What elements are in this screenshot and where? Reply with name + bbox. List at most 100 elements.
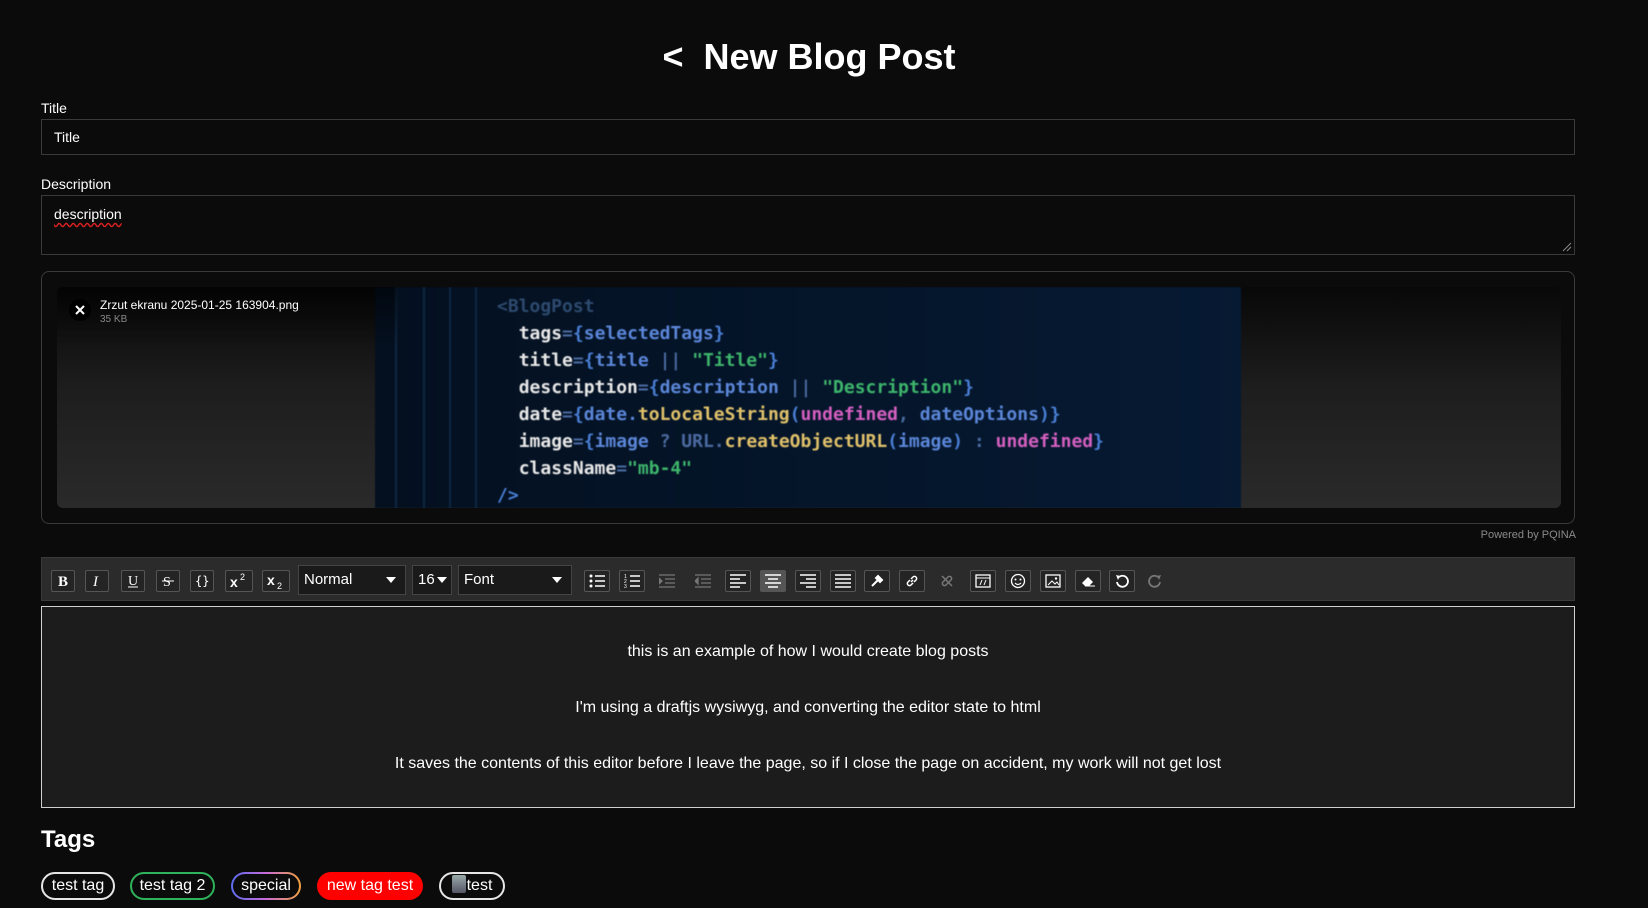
file-size: 35 KB xyxy=(100,314,128,325)
superscript-button[interactable]: x2 xyxy=(225,570,253,592)
redo-button[interactable] xyxy=(1142,570,1168,592)
tag-chip[interactable]: new tag test xyxy=(317,872,423,900)
remove-file-button[interactable] xyxy=(69,299,91,321)
subscript-button[interactable]: x2 xyxy=(262,570,290,592)
superscript-icon: x2 xyxy=(230,573,245,589)
svg-text:3: 3 xyxy=(624,584,627,588)
italic-button[interactable]: I xyxy=(85,570,109,592)
description-label: Description xyxy=(41,176,112,192)
embed-button[interactable] xyxy=(970,570,996,592)
subscript-icon: x2 xyxy=(267,573,282,589)
tag-label: test tag 2 xyxy=(139,877,206,894)
title-input[interactable]: Title xyxy=(41,119,1575,155)
code-line: image={image ? URL.createObjectURL(image… xyxy=(518,431,1104,452)
image-icon xyxy=(1045,574,1061,588)
svg-text:U: U xyxy=(128,574,138,588)
emoji-button[interactable] xyxy=(1005,570,1031,592)
tag-label: special xyxy=(241,877,291,894)
editor-paragraph: I'm using a draftjs wysiwyg, and convert… xyxy=(575,699,1041,716)
align-right-button[interactable] xyxy=(795,570,821,592)
align-left-button[interactable] xyxy=(725,570,751,592)
indent-icon xyxy=(659,574,675,588)
bold-icon: B xyxy=(58,574,68,588)
align-right-icon xyxy=(800,574,816,588)
font-size-dropdown[interactable]: 16 xyxy=(412,565,452,595)
tag-chip[interactable]: test tag xyxy=(41,872,115,900)
embed-icon xyxy=(975,574,991,588)
tag-chip[interactable]: test xyxy=(439,872,505,900)
indent-button[interactable] xyxy=(654,570,680,592)
code-line: date={date.toLocaleString(undefined, dat… xyxy=(518,404,1061,425)
italic-icon: I xyxy=(92,574,99,588)
align-justify-icon xyxy=(835,574,851,588)
align-center-button[interactable] xyxy=(760,570,786,592)
font-family-value: Font xyxy=(464,571,495,588)
redo-icon xyxy=(1148,574,1161,588)
chevron-down-icon xyxy=(437,577,447,583)
numbered-list-icon: 123 xyxy=(624,574,640,588)
wysiwyg-editor[interactable]: this is an example of how I would create… xyxy=(41,606,1575,808)
underline-button[interactable]: U xyxy=(121,570,145,592)
align-center-icon xyxy=(765,574,781,588)
unordered-list-button[interactable] xyxy=(584,570,610,592)
svg-text:I: I xyxy=(92,574,99,588)
close-icon xyxy=(75,305,85,315)
tags-heading: Tags xyxy=(41,826,96,853)
eyedropper-icon xyxy=(871,574,884,587)
code-line: tags={selectedTags} xyxy=(518,323,725,344)
description-value: description xyxy=(54,206,122,222)
undo-icon xyxy=(1116,574,1129,588)
block-type-value: Normal xyxy=(304,571,353,588)
tag-label: new tag test xyxy=(326,877,414,894)
code-screenshot-image: <BlogPost tags={selectedTags} title={tit… xyxy=(375,287,1241,508)
tag-image-icon xyxy=(451,875,466,893)
page-header: < New Blog Post xyxy=(0,36,1618,78)
editor-paragraph: It saves the contents of this editor bef… xyxy=(394,755,1222,772)
color-picker-button[interactable] xyxy=(864,570,890,592)
svg-text:2: 2 xyxy=(277,581,282,589)
editor-paragraph: this is an example of how I would create… xyxy=(627,643,989,660)
code-line: title={title || "Title"} xyxy=(518,350,779,371)
underline-icon: U xyxy=(128,574,138,588)
editor-toolbar: B I U S {} x2 x2 Normal 16 Font 123 xyxy=(41,557,1575,601)
strikethrough-icon: S xyxy=(162,575,174,588)
font-family-dropdown[interactable]: Font xyxy=(458,565,572,595)
svg-text:x: x xyxy=(267,573,275,588)
back-button[interactable]: < xyxy=(662,36,683,77)
powered-by-link[interactable]: Powered by PQINA xyxy=(1481,529,1576,541)
remove-format-button[interactable] xyxy=(1075,570,1101,592)
title-label: Title xyxy=(41,100,67,116)
monospace-button[interactable]: {} xyxy=(190,570,214,592)
align-justify-button[interactable] xyxy=(830,570,856,592)
unlink-icon xyxy=(941,575,953,587)
description-textarea[interactable]: description xyxy=(41,195,1575,255)
bold-button[interactable]: B xyxy=(51,570,75,592)
image-upload-dropzone[interactable]: <BlogPost tags={selectedTags} title={tit… xyxy=(41,271,1575,524)
code-line: className="mb-4" xyxy=(518,458,693,479)
chevron-down-icon xyxy=(552,577,562,583)
link-icon xyxy=(906,575,918,587)
outdent-button[interactable] xyxy=(690,570,716,592)
ordered-list-button[interactable]: 123 xyxy=(619,570,645,592)
undo-button[interactable] xyxy=(1109,570,1135,592)
page-title: < New Blog Post xyxy=(662,36,955,78)
resize-grip-icon[interactable] xyxy=(1560,240,1572,252)
tag-chip[interactable]: special xyxy=(231,872,301,900)
block-type-dropdown[interactable]: Normal xyxy=(298,565,406,595)
align-left-icon xyxy=(730,574,746,588)
link-button[interactable] xyxy=(899,570,925,592)
code-line: description={description || "Description… xyxy=(518,377,974,398)
eraser-icon xyxy=(1082,577,1095,587)
strikethrough-button[interactable]: S xyxy=(156,570,180,592)
file-info: Zrzut ekranu 2025-01-25 163904.png 35 KB xyxy=(57,287,397,347)
unlink-button[interactable] xyxy=(934,570,960,592)
emoji-icon xyxy=(1010,573,1026,589)
code-line: /> xyxy=(497,485,519,506)
svg-text:B: B xyxy=(58,574,68,588)
code-line: <BlogPost xyxy=(497,296,595,317)
tag-label: test xyxy=(466,877,493,894)
svg-text:x: x xyxy=(230,574,238,589)
tag-chip[interactable]: test tag 2 xyxy=(130,872,215,900)
file-name: Zrzut ekranu 2025-01-25 163904.png xyxy=(100,298,299,312)
image-button[interactable] xyxy=(1040,570,1066,592)
